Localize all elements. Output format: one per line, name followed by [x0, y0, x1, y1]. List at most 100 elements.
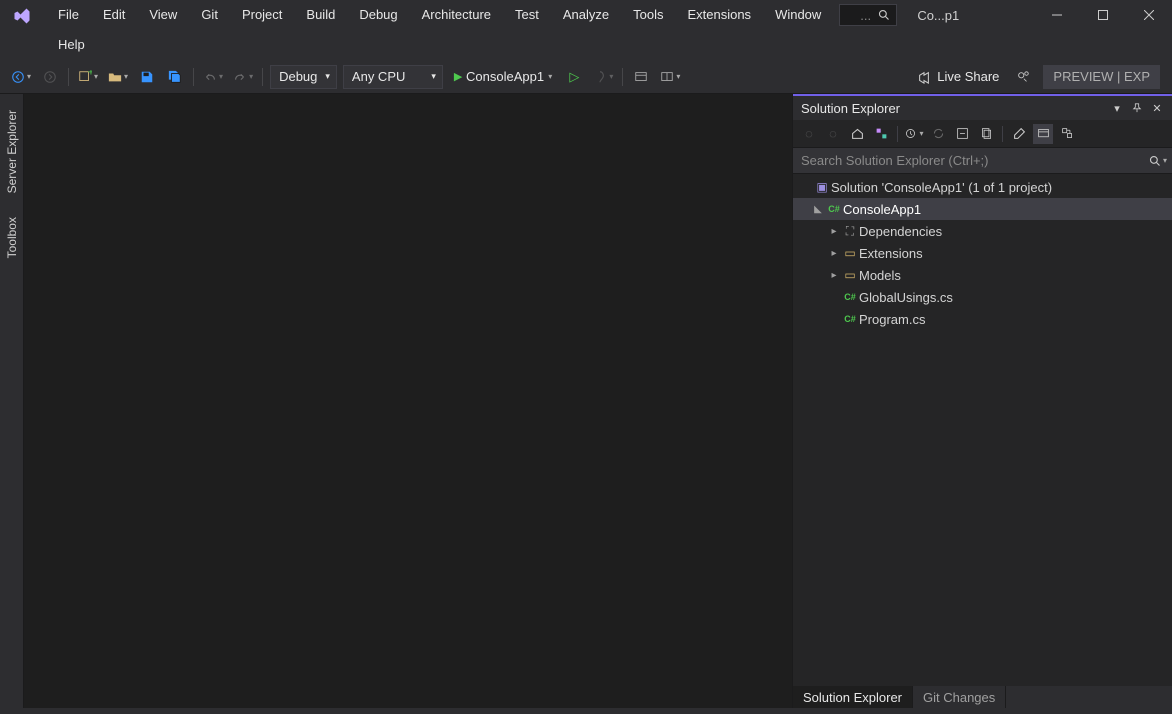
window-title: Co...p1 — [903, 4, 993, 27]
separator — [68, 68, 69, 86]
tree-folder-extensions[interactable]: ▸ ▭ Extensions — [793, 242, 1172, 264]
close-icon[interactable]: ✕ — [1148, 99, 1166, 117]
node-label: Program.cs — [859, 312, 925, 327]
window-position-button[interactable]: ▾ — [1108, 99, 1126, 117]
panel-header[interactable]: Solution Explorer ▾ ✕ — [793, 96, 1172, 120]
pending-changes-filter-icon[interactable]: ▾ — [904, 124, 924, 144]
expander-icon[interactable]: ◣ — [811, 204, 825, 215]
minimize-button[interactable] — [1034, 0, 1080, 30]
feedback-button[interactable] — [1011, 65, 1035, 89]
cs-file-icon: C# — [841, 314, 859, 324]
close-button[interactable] — [1126, 0, 1172, 30]
fwd-icon[interactable]: ◌ — [823, 124, 843, 144]
start-nodebug-button[interactable]: ▷ — [562, 65, 586, 89]
menu-git[interactable]: Git — [189, 0, 230, 30]
tab-git-changes[interactable]: Git Changes — [913, 686, 1006, 708]
separator — [262, 68, 263, 86]
collapse-all-icon[interactable] — [952, 124, 972, 144]
cs-file-icon: C# — [841, 292, 859, 302]
layout-button[interactable]: ▾ — [657, 65, 683, 89]
tree-dependencies-node[interactable]: ▸ ⛶ Dependencies — [793, 220, 1172, 242]
preview-selected-icon[interactable] — [1033, 124, 1053, 144]
solution-tree[interactable]: ▣ Solution 'ConsoleApp1' (1 of 1 project… — [793, 174, 1172, 686]
node-label: Dependencies — [859, 224, 942, 239]
tree-project-node[interactable]: ◣ C# ConsoleApp1 — [793, 198, 1172, 220]
panel-toolbar: ◌ ◌ ▾ — [793, 120, 1172, 148]
node-label: GlobalUsings.cs — [859, 290, 953, 305]
menu-project[interactable]: Project — [230, 0, 294, 30]
node-label: Extensions — [859, 246, 923, 261]
nav-fwd-button[interactable] — [38, 65, 62, 89]
platform-combo[interactable]: Any CPU▾ — [343, 65, 443, 89]
menu-window[interactable]: Window — [763, 0, 833, 30]
window-controls — [1034, 0, 1172, 30]
menu-view[interactable]: View — [137, 0, 189, 30]
separator — [897, 126, 898, 142]
node-label: Models — [859, 268, 901, 283]
menu-debug[interactable]: Debug — [347, 0, 409, 30]
dependencies-icon: ⛶ — [841, 224, 859, 239]
svg-text:+: + — [88, 70, 92, 78]
menu-file[interactable]: File — [46, 0, 91, 30]
main-area: Server Explorer Toolbox Solution Explore… — [0, 94, 1172, 708]
share-icon — [917, 70, 931, 84]
open-file-button[interactable]: ▾ — [105, 65, 131, 89]
tree-file-globalusings[interactable]: C# GlobalUsings.cs — [793, 286, 1172, 308]
back-icon[interactable]: ◌ — [799, 124, 819, 144]
expander-icon[interactable]: ▸ — [827, 248, 841, 259]
tree-solution-node[interactable]: ▣ Solution 'ConsoleApp1' (1 of 1 project… — [793, 176, 1172, 198]
redo-button[interactable]: ▾ — [230, 65, 256, 89]
statusbar — [0, 708, 1172, 714]
csproj-icon: C# — [825, 204, 843, 214]
hot-reload-button[interactable]: ▾ — [590, 65, 616, 89]
view-nesting-icon[interactable] — [1057, 124, 1077, 144]
folder-icon: ▭ — [841, 268, 859, 282]
search-icon[interactable]: ▾ — [1144, 155, 1172, 167]
menu-test[interactable]: Test — [503, 0, 551, 30]
expander-icon[interactable]: ▸ — [827, 270, 841, 281]
browser-link-button[interactable] — [629, 65, 653, 89]
home-icon[interactable] — [847, 124, 867, 144]
editor-area — [24, 94, 792, 708]
folder-icon: ▭ — [841, 246, 859, 260]
menu-analyze[interactable]: Analyze — [551, 0, 621, 30]
switch-views-icon[interactable] — [871, 124, 891, 144]
rail-server-explorer[interactable]: Server Explorer — [3, 102, 21, 201]
rail-toolbox[interactable]: Toolbox — [3, 209, 21, 266]
save-button[interactable] — [135, 65, 159, 89]
menu-architecture[interactable]: Architecture — [410, 0, 503, 30]
separator — [622, 68, 623, 86]
sync-icon[interactable] — [928, 124, 948, 144]
configuration-combo[interactable]: Debug▾ — [270, 65, 337, 89]
start-debug-button[interactable]: ▶ ConsoleApp1 ▾ — [448, 65, 558, 89]
show-all-files-icon[interactable] — [976, 124, 996, 144]
nav-back-button[interactable]: ▾ — [8, 65, 34, 89]
menubar: File Edit View Git Project Build Debug A… — [42, 0, 1034, 60]
pin-icon[interactable] — [1128, 99, 1146, 117]
new-project-button[interactable]: +▾ — [75, 65, 101, 89]
tab-solution-explorer[interactable]: Solution Explorer — [793, 686, 913, 708]
separator — [193, 68, 194, 86]
liveshare-button[interactable]: Live Share — [907, 69, 1009, 84]
tree-folder-models[interactable]: ▸ ▭ Models — [793, 264, 1172, 286]
menu-build[interactable]: Build — [294, 0, 347, 30]
title-search[interactable]: ... — [839, 4, 897, 26]
undo-button[interactable]: ▾ — [200, 65, 226, 89]
menu-tools[interactable]: Tools — [621, 0, 675, 30]
menu-help[interactable]: Help — [46, 30, 97, 60]
solution-search-input[interactable] — [793, 153, 1144, 168]
properties-icon[interactable] — [1009, 124, 1029, 144]
node-label: Solution 'ConsoleApp1' (1 of 1 project) — [831, 180, 1052, 195]
solution-search[interactable]: ▾ — [793, 148, 1172, 174]
toolbar: ▾ +▾ ▾ ▾ ▾ Debug▾ Any CPU▾ ▶ ConsoleApp1… — [0, 60, 1172, 94]
menu-edit[interactable]: Edit — [91, 0, 137, 30]
save-all-button[interactable] — [163, 65, 187, 89]
menu-extensions[interactable]: Extensions — [675, 0, 763, 30]
tree-file-program[interactable]: C# Program.cs — [793, 308, 1172, 330]
expander-icon[interactable]: ▸ — [827, 226, 841, 237]
solution-icon: ▣ — [813, 180, 831, 194]
solution-explorer-panel: Solution Explorer ▾ ✕ ◌ ◌ ▾ ▾ — [792, 94, 1172, 708]
vs-logo-icon — [10, 4, 34, 28]
preview-badge[interactable]: PREVIEW | EXP — [1043, 65, 1160, 89]
maximize-button[interactable] — [1080, 0, 1126, 30]
